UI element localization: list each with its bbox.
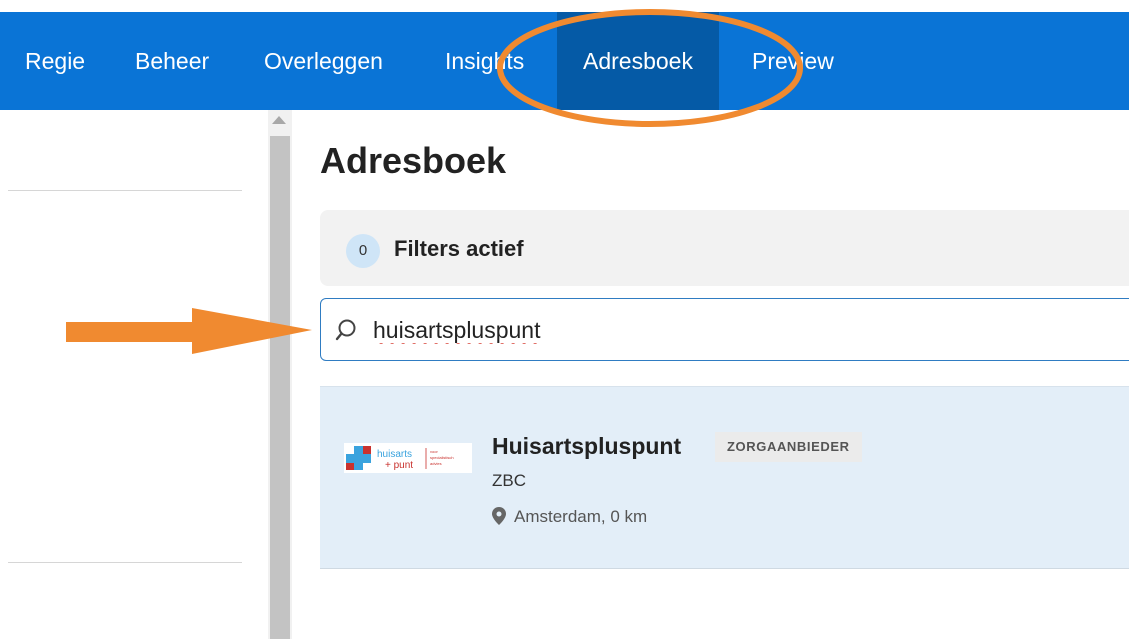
- huisartspluspunt-logo: huisarts + punt voor specialistisch advi…: [344, 443, 472, 473]
- logo-text: voor: [430, 449, 438, 454]
- logo-text: advies: [430, 461, 442, 466]
- scrollbar-thumb[interactable]: [270, 136, 290, 639]
- result-card[interactable]: huisarts + punt voor specialistisch advi…: [320, 386, 1129, 569]
- logo-text: huisarts: [377, 449, 412, 460]
- category-badge: ZORGAANBIEDER: [715, 432, 862, 462]
- top-navigation: Regie Beheer Overleggen Insights Adresbo…: [0, 12, 1129, 110]
- sidebar-divider: [8, 562, 242, 563]
- app-window: Regie Beheer Overleggen Insights Adresbo…: [0, 0, 1129, 639]
- filter-count-badge: 0: [346, 234, 380, 268]
- filter-label: Filters actief: [394, 236, 524, 261]
- nav-item-preview[interactable]: Preview: [752, 12, 834, 110]
- nav-item-regie[interactable]: Regie: [25, 12, 85, 110]
- search-box[interactable]: [320, 298, 1129, 361]
- result-name[interactable]: Huisartspluspunt: [492, 433, 681, 460]
- nav-item-insights[interactable]: Insights: [445, 12, 524, 110]
- location-text: Amsterdam, 0 km: [514, 507, 648, 526]
- location-pin-icon: [492, 507, 506, 525]
- sidebar-scrollbar[interactable]: [268, 110, 292, 639]
- result-type: ZBC: [492, 471, 526, 490]
- nav-item-overleggen[interactable]: Overleggen: [264, 12, 383, 110]
- nav-item-beheer[interactable]: Beheer: [135, 12, 209, 110]
- search-input[interactable]: [373, 311, 1073, 349]
- scroll-up-icon[interactable]: [272, 116, 286, 124]
- search-icon: [335, 319, 356, 341]
- sidebar: [0, 110, 296, 639]
- logo-text: + punt: [385, 460, 413, 471]
- page-title: Adresboek: [320, 140, 507, 181]
- result-location: Amsterdam, 0 km: [492, 507, 647, 527]
- logo-text: specialistisch: [430, 455, 454, 460]
- nav-item-adresboek[interactable]: Adresboek: [557, 12, 719, 110]
- filter-bar[interactable]: 0 Filters actief: [320, 210, 1129, 286]
- sidebar-divider: [8, 190, 242, 191]
